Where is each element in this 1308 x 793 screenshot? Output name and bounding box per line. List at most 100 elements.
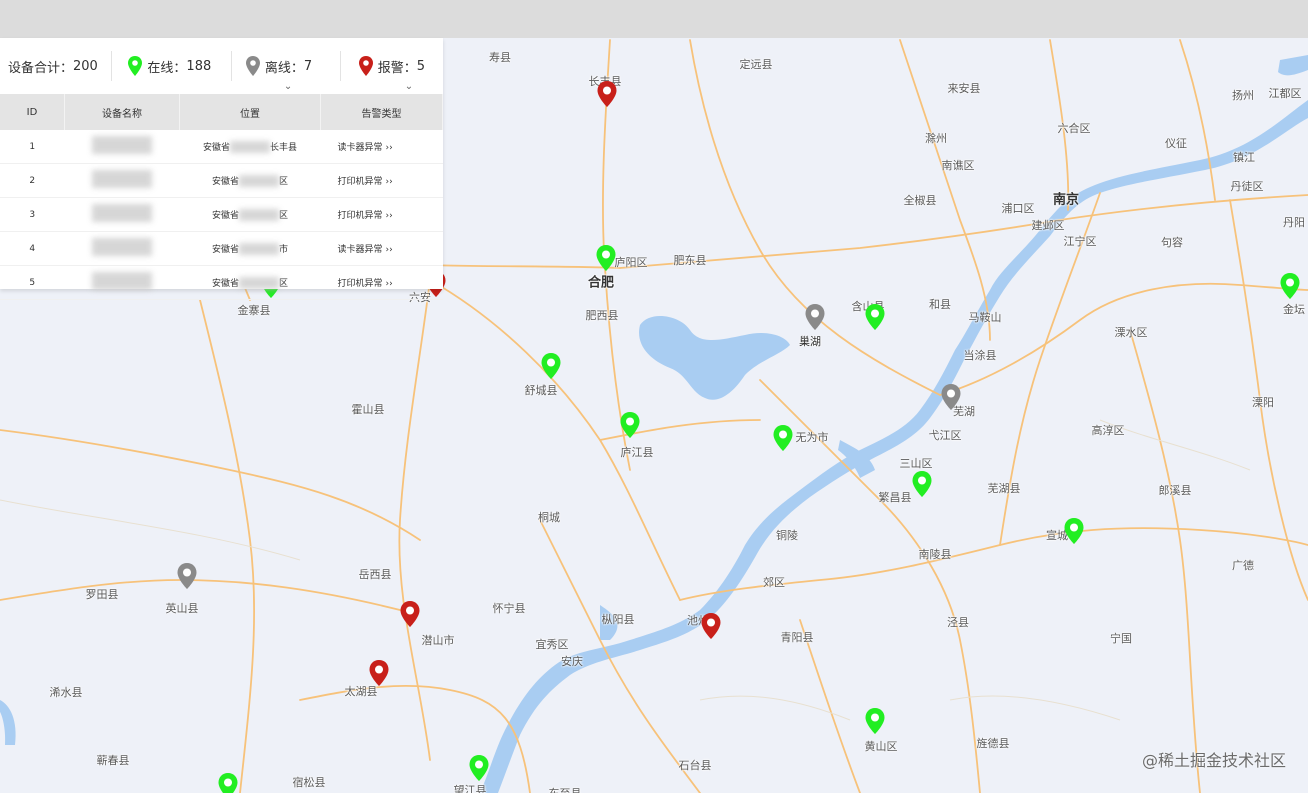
place-label: 南谯区 bbox=[941, 159, 975, 172]
online-device-marker[interactable] bbox=[468, 754, 490, 782]
chevron-down-icon[interactable]: ⌄ bbox=[405, 81, 413, 92]
redacted-block bbox=[92, 272, 152, 290]
map-pin-icon bbox=[1064, 518, 1084, 544]
redacted-block bbox=[230, 141, 270, 154]
table-row[interactable]: 5 安徽省区打印机异常 ›› bbox=[0, 265, 443, 300]
place-label: 繁昌县 bbox=[878, 491, 912, 504]
redacted-block bbox=[239, 175, 279, 188]
double-arrow-icon[interactable]: ›› bbox=[386, 211, 393, 221]
map-pin-icon bbox=[773, 425, 793, 451]
offline-device-marker[interactable] bbox=[176, 562, 198, 590]
place-label: 宁国 bbox=[1110, 632, 1132, 645]
place-label: 岳西县 bbox=[358, 568, 392, 581]
double-arrow-icon[interactable]: ›› bbox=[386, 143, 393, 153]
double-arrow-icon[interactable]: ›› bbox=[386, 177, 393, 187]
online-label: 在线： bbox=[147, 60, 187, 76]
double-arrow-icon[interactable]: ›› bbox=[386, 279, 393, 289]
redacted-block bbox=[92, 170, 152, 188]
col-alarm-type: 告警类型 bbox=[320, 94, 443, 130]
total-value: 200 bbox=[73, 58, 98, 74]
place-label: 东至县 bbox=[549, 785, 582, 793]
row-alarm-type[interactable]: 打印机异常 ›› bbox=[320, 265, 443, 300]
map-pin-icon bbox=[469, 755, 489, 781]
alarm-device-marker[interactable] bbox=[700, 612, 722, 640]
place-label: 寿县 bbox=[489, 51, 511, 64]
place-label: 当涂县 bbox=[963, 349, 997, 362]
place-label: 六合区 bbox=[1057, 122, 1091, 135]
place-label: 郊区 bbox=[763, 576, 785, 589]
row-location: 安徽省 长丰县 bbox=[179, 130, 321, 164]
alarm-device-marker[interactable] bbox=[596, 80, 618, 108]
place-label: 仪征 bbox=[1165, 137, 1187, 150]
offline-pin-icon bbox=[245, 56, 260, 76]
online-device-marker[interactable] bbox=[1279, 272, 1301, 300]
online-filter[interactable]: 在线： 188 bbox=[112, 38, 231, 94]
map-pin-icon bbox=[218, 773, 238, 793]
online-device-marker[interactable] bbox=[911, 470, 933, 498]
online-device-marker[interactable] bbox=[595, 244, 617, 272]
table-row[interactable]: 1 安徽省 长丰县 读卡器异常 ›› bbox=[0, 130, 443, 164]
map-pin-icon bbox=[865, 708, 885, 734]
device-name-redacted bbox=[64, 231, 180, 266]
row-alarm-type[interactable]: 读卡器异常 ›› bbox=[320, 231, 443, 266]
place-label: 南京 bbox=[1052, 192, 1080, 208]
place-label: 三山区 bbox=[899, 457, 933, 470]
place-label: 镇江 bbox=[1233, 151, 1255, 164]
row-id: 4 bbox=[0, 231, 65, 266]
place-label: 广德 bbox=[1232, 559, 1254, 572]
place-label: 定远县 bbox=[739, 58, 773, 71]
offline-device-marker[interactable] bbox=[804, 303, 826, 331]
table-header-row: ID 设备名称 位置 告警类型 bbox=[0, 94, 443, 130]
place-label: 浠水县 bbox=[49, 686, 83, 699]
row-alarm-type[interactable]: 打印机异常 ›› bbox=[320, 163, 443, 198]
redacted-block bbox=[239, 209, 279, 222]
online-pin-icon bbox=[128, 56, 143, 76]
place-label: 霍山县 bbox=[351, 403, 385, 416]
place-label: 马鞍山 bbox=[968, 311, 1002, 324]
place-label: 桐城 bbox=[538, 511, 560, 524]
table-row[interactable]: 3 安徽省区打印机异常 ›› bbox=[0, 197, 443, 232]
online-device-marker[interactable] bbox=[217, 772, 239, 793]
place-label: 弋江区 bbox=[928, 429, 962, 442]
alarm-label: 报警： bbox=[377, 60, 417, 76]
place-label: 安庆 bbox=[561, 655, 583, 668]
place-label: 铜陵 bbox=[776, 529, 798, 542]
offline-filter[interactable]: 离线： 7 ⌄ bbox=[232, 38, 340, 94]
place-label: 庐阳区 bbox=[614, 256, 648, 269]
row-location: 安徽省区 bbox=[179, 265, 321, 300]
place-label: 郎溪县 bbox=[1158, 484, 1192, 497]
alarm-pin-icon bbox=[358, 56, 373, 76]
online-device-marker[interactable] bbox=[864, 707, 886, 735]
place-label: 怀宁县 bbox=[492, 602, 526, 615]
map-pin-icon bbox=[1280, 273, 1300, 299]
redacted-block bbox=[92, 204, 152, 222]
map-pin-icon bbox=[865, 304, 885, 330]
place-label: 江都区 bbox=[1268, 87, 1302, 100]
online-device-marker[interactable] bbox=[864, 303, 886, 331]
alarm-device-marker[interactable] bbox=[368, 659, 390, 687]
double-arrow-icon[interactable]: ›› bbox=[386, 245, 393, 255]
chevron-down-icon[interactable]: ⌄ bbox=[284, 81, 292, 92]
table-row[interactable]: 4 安徽省市读卡器异常 ›› bbox=[0, 231, 443, 266]
row-location: 安徽省区 bbox=[179, 163, 321, 198]
place-label: 丹徒区 bbox=[1230, 180, 1264, 193]
row-id: 2 bbox=[0, 163, 65, 198]
device-summary-panel: 设备合计： 200 在线： 188 离线： 7 ⌄ 报警： 5 ⌄ ID 设备名 bbox=[0, 38, 443, 300]
table-row[interactable]: 2 安徽省区打印机异常 ›› bbox=[0, 163, 443, 198]
row-alarm-type[interactable]: 打印机异常 ›› bbox=[320, 197, 443, 232]
offline-value: 7 bbox=[303, 58, 313, 74]
offline-device-marker[interactable] bbox=[940, 383, 962, 411]
online-device-marker[interactable] bbox=[540, 352, 562, 380]
place-label: 芜湖县 bbox=[987, 482, 1021, 495]
online-device-marker[interactable] bbox=[772, 424, 794, 452]
online-device-marker[interactable] bbox=[1063, 517, 1085, 545]
place-label: 来安县 bbox=[947, 82, 981, 95]
online-value: 188 bbox=[186, 58, 212, 74]
alarm-device-marker[interactable] bbox=[399, 600, 421, 628]
row-location: 安徽省区 bbox=[179, 197, 321, 232]
map-pin-icon bbox=[805, 304, 825, 330]
online-device-marker[interactable] bbox=[619, 411, 641, 439]
alarm-filter[interactable]: 报警： 5 ⌄ bbox=[341, 38, 443, 94]
row-alarm-type[interactable]: 读卡器异常 ›› bbox=[320, 130, 443, 164]
device-name-redacted bbox=[64, 163, 180, 198]
